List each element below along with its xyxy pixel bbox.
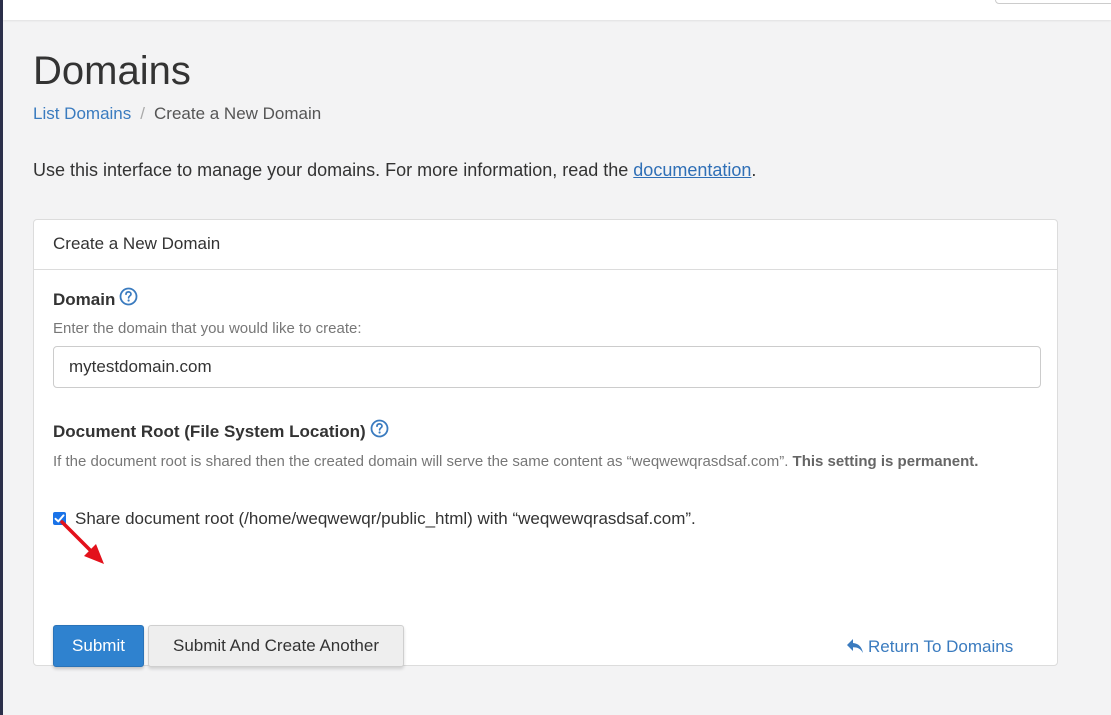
intro-end: . — [751, 160, 757, 180]
breadcrumb-list-domains-link[interactable]: List Domains — [33, 104, 131, 123]
domain-hint: Enter the domain that you would like to … — [53, 320, 362, 337]
breadcrumb-current: Create a New Domain — [154, 104, 322, 123]
domain-label: Domain — [53, 287, 138, 312]
page-title: Domains — [33, 49, 191, 93]
share-docroot-label[interactable]: Share document root (/home/weqwewqr/publ… — [75, 509, 696, 528]
breadcrumb: List Domains / Create a New Domain — [33, 103, 321, 125]
docroot-label-text: Document Root (File System Location) — [53, 422, 366, 441]
help-circle-icon[interactable] — [370, 419, 389, 444]
docroot-hint-bold: This setting is permanent. — [792, 453, 979, 470]
docroot-hint: If the document root is shared then the … — [53, 451, 1023, 472]
domain-input[interactable] — [53, 346, 1041, 388]
documentation-link[interactable]: documentation — [633, 160, 751, 180]
submit-and-create-another-button[interactable]: Submit And Create Another — [148, 625, 404, 667]
top-bar-button[interactable] — [995, 0, 1111, 4]
breadcrumb-separator: / — [140, 104, 145, 123]
docroot-hint-text: If the document root is shared then the … — [53, 453, 793, 470]
create-domain-panel: Create a New Domain Domain Enter the dom… — [33, 219, 1058, 667]
docroot-label: Document Root (File System Location) — [53, 419, 389, 444]
left-edge-bar — [0, 0, 3, 715]
domain-label-text: Domain — [53, 290, 116, 309]
submit-button[interactable]: Submit — [53, 625, 144, 667]
intro-paragraph: Use this interface to manage your domain… — [33, 158, 756, 182]
annotation-arrow-icon — [60, 520, 104, 564]
top-bar — [3, 0, 1111, 20]
intro-text: Use this interface to manage your domain… — [33, 160, 634, 180]
return-to-domains-label: Return To Domains — [868, 637, 1014, 656]
share-docroot-row: Share document root (/home/weqwewqr/publ… — [53, 508, 696, 530]
reply-arrow-icon — [847, 639, 863, 654]
help-circle-icon[interactable] — [119, 287, 138, 312]
return-to-domains-link[interactable]: Return To Domains — [846, 636, 1013, 658]
panel-header: Create a New Domain — [34, 220, 1057, 270]
